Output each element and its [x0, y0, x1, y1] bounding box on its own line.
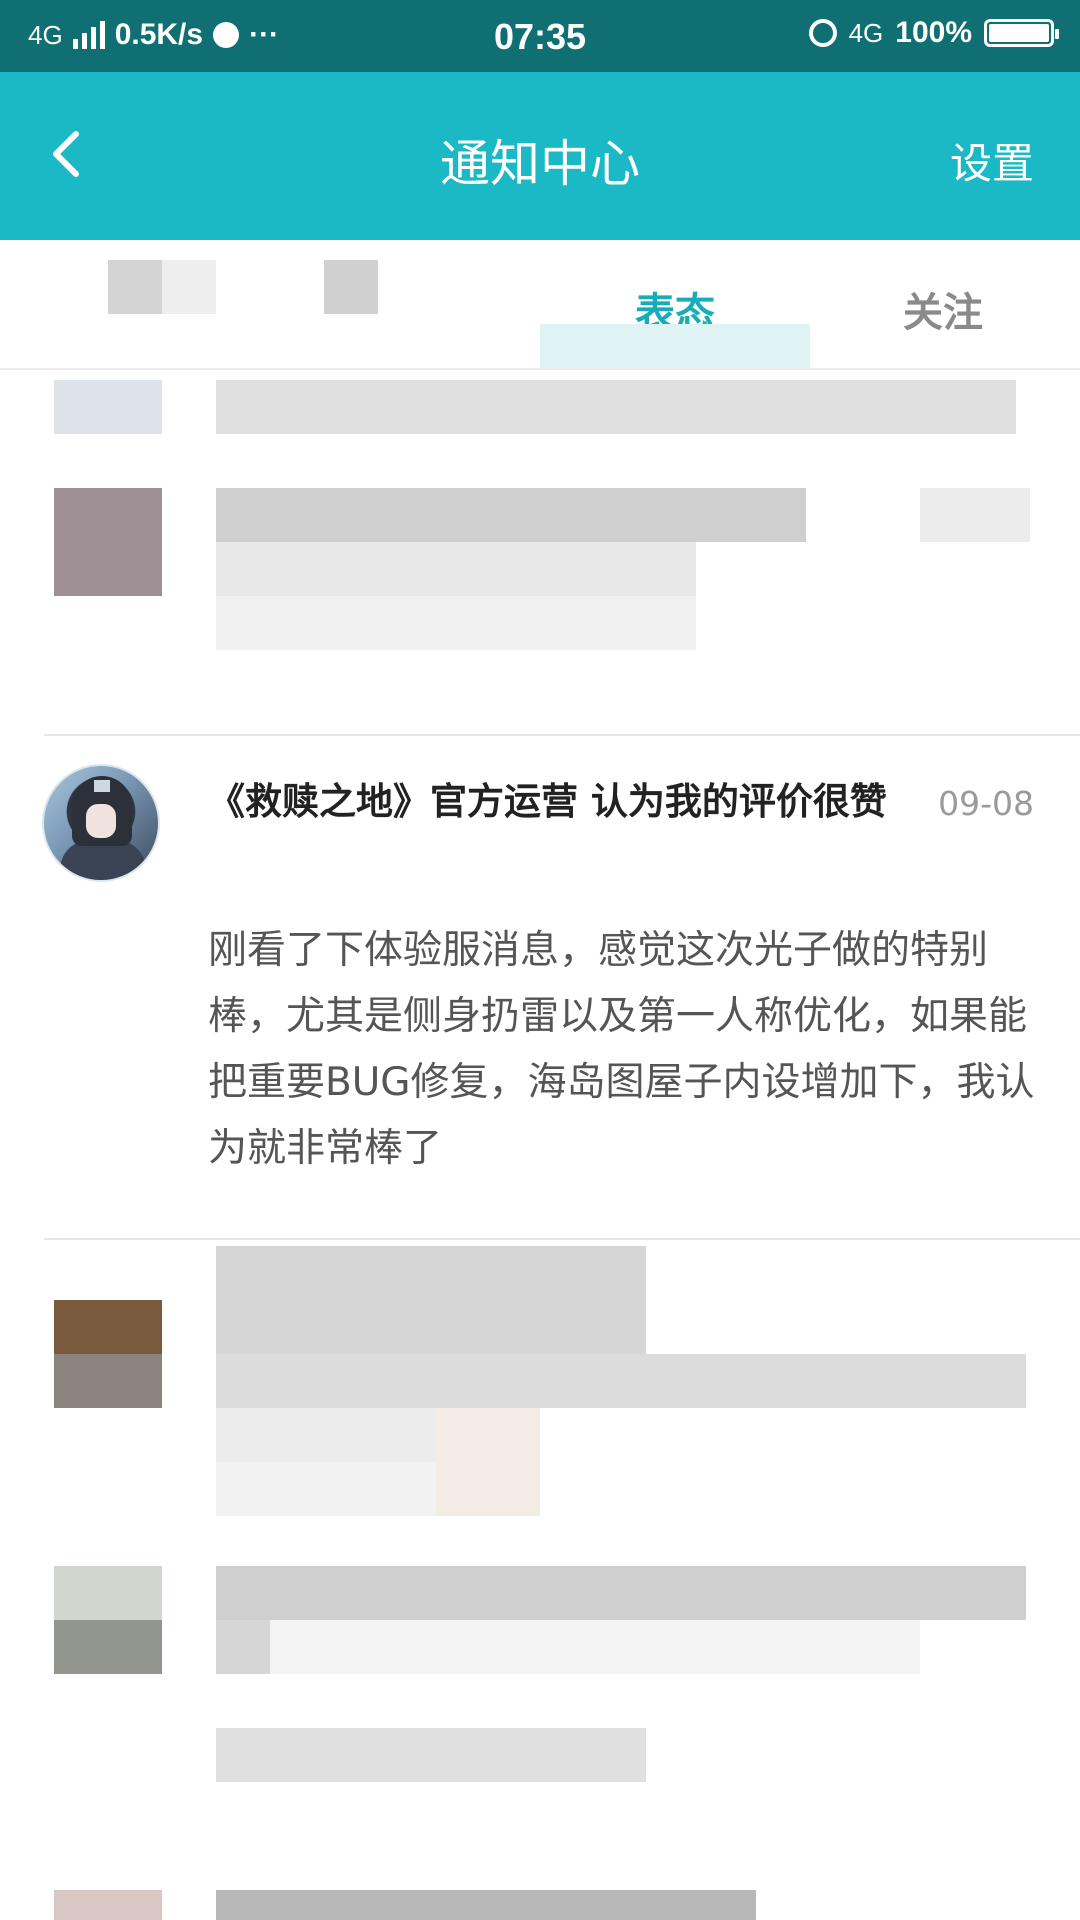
list-item-obscured[interactable] [0, 1890, 1080, 1920]
status-right: 4G 100% [808, 16, 1059, 50]
alarm-icon [808, 19, 837, 47]
tab-follows[interactable]: 关注 [903, 280, 983, 338]
battery-percent: 100% [895, 16, 972, 49]
avatar[interactable] [42, 764, 160, 882]
network-type-right: 4G [848, 17, 884, 48]
tab-obscured[interactable] [80, 260, 440, 340]
notification-time: 09-08 [938, 784, 1034, 823]
row-divider [44, 734, 1080, 736]
notification-title: 《救赎之地》官方运营 认为我的评价很赞 [208, 780, 887, 823]
list-item-obscured[interactable] [0, 380, 1080, 730]
list-item-obscured[interactable] [0, 1246, 1080, 1516]
row-divider [44, 1238, 1080, 1240]
tab-divider [0, 368, 1080, 370]
page-title: 通知中心 [440, 135, 640, 193]
list-item[interactable]: 《救赎之地》官方运营 认为我的评价很赞 09-08 刚看了下体验服消息，感觉这次… [0, 740, 1080, 1240]
tab-bar: 表态 关注 [0, 240, 1080, 370]
list-item-obscured[interactable] [0, 1566, 1080, 1782]
settings-button[interactable]: 设置 [950, 130, 1034, 191]
battery-icon [984, 19, 1059, 47]
battery-fill [989, 24, 1049, 42]
status-bar: 4G 0.5K/s ··· 07:35 4G 100% [0, 0, 1080, 72]
app-header: 通知中心 设置 [0, 72, 1080, 240]
tab-highlight [540, 324, 810, 368]
notification-body: 刚看了下体验服消息，感觉这次光子做的特别棒，尤其是侧身扔雷以及第一人称优化，如果… [208, 928, 1035, 1171]
